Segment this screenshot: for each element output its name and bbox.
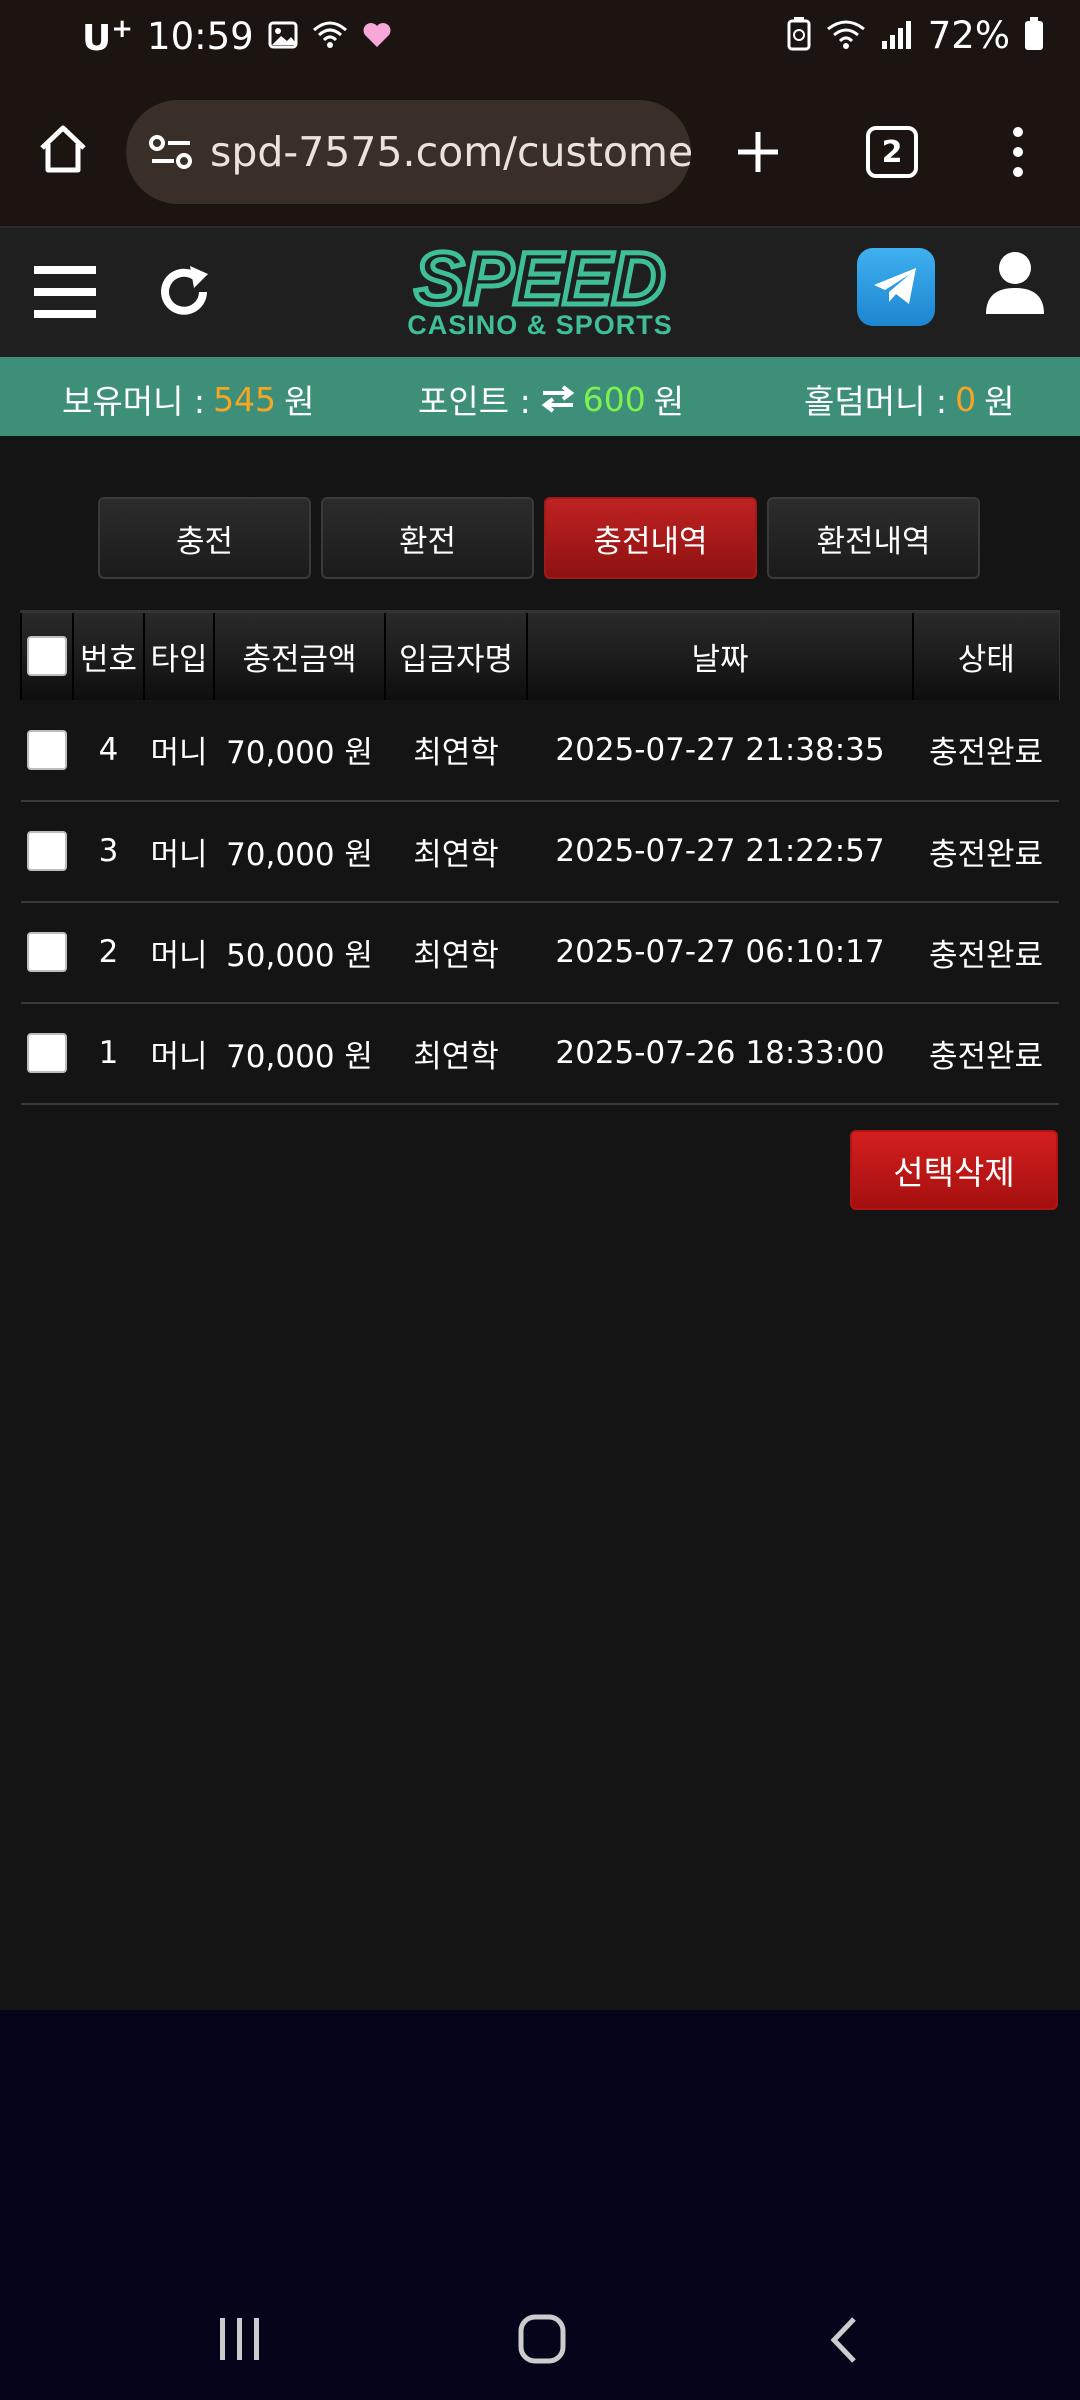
wifi-icon xyxy=(826,19,866,53)
home-icon[interactable] xyxy=(36,122,90,180)
row-depositor: 최연학 xyxy=(413,836,499,873)
header-date: 날짜 xyxy=(526,610,914,700)
row-date: 2025-07-27 06:10:17 xyxy=(555,934,885,970)
row-date: 2025-07-27 21:22:57 xyxy=(555,833,885,869)
battery-percent: 72% xyxy=(927,14,1010,57)
money-label: 보유머니 : xyxy=(62,382,206,421)
signal-icon xyxy=(880,19,914,53)
points-unit: 원 xyxy=(653,382,685,421)
row-status: 충전완료 xyxy=(928,1038,1044,1075)
row-amount: 70,000 원 xyxy=(226,1038,373,1075)
wifi-question-icon xyxy=(312,20,348,54)
battery-icon xyxy=(1024,16,1044,55)
tab-switcher-button[interactable]: 2 xyxy=(866,126,918,178)
address-bar[interactable]: spd-7575.com/custome xyxy=(126,100,691,204)
carrier-label: U+ xyxy=(82,14,134,59)
header-depositor: 입금자명 xyxy=(384,610,528,700)
row-number: 2 xyxy=(98,934,119,970)
battery-saver-icon xyxy=(786,16,812,55)
row-type: 머니 xyxy=(150,836,208,873)
points-label: 포인트 : xyxy=(418,382,531,421)
row-status: 충전완료 xyxy=(928,836,1044,873)
site-header: SPEED CASINO & SPORTS xyxy=(0,228,1080,357)
row-date: 2025-07-27 21:38:35 xyxy=(555,731,885,768)
tab-count: 2 xyxy=(881,134,903,170)
money-value: 545 xyxy=(213,379,277,419)
logo-main-text: SPEED xyxy=(415,246,666,312)
row-type: 머니 xyxy=(150,937,208,974)
row-checkbox[interactable] xyxy=(27,831,67,871)
tab-deposit[interactable]: 충전 xyxy=(98,497,311,579)
gallery-icon xyxy=(268,20,298,54)
row-type: 머니 xyxy=(150,1038,208,1075)
url-text: spd-7575.com/custome xyxy=(210,128,691,176)
logo-wordmark: SPEED xyxy=(412,235,668,323)
balance-bar: 보유머니 : 545 원 포인트 : 600 원 홀덤머니 : 0 원 xyxy=(0,357,1080,436)
points-value: 600 xyxy=(582,379,646,419)
holdem-label: 홀덤머니 : xyxy=(804,382,948,421)
delete-selected-button[interactable]: 선택삭제 xyxy=(850,1130,1058,1210)
status-bar: U+ 10:59 72% xyxy=(0,0,1080,78)
tab-withdraw-history[interactable]: 환전내역 xyxy=(767,497,980,579)
row-checkbox[interactable] xyxy=(27,729,67,770)
row-status: 충전완료 xyxy=(928,735,1044,771)
row-type: 머니 xyxy=(150,735,208,771)
header-type: 타입 xyxy=(143,610,215,700)
header-status: 상태 xyxy=(912,610,1060,700)
site-info-icon[interactable] xyxy=(148,132,194,172)
status-left: U+ 10:59 xyxy=(82,14,392,59)
telegram-icon xyxy=(874,268,916,304)
table-header-row: 번호 타입 충전금액 입금자명 날짜 상태 xyxy=(20,610,1060,700)
logo-subtitle: CASINO & SPORTS xyxy=(407,310,673,340)
status-time: 10:59 xyxy=(147,15,254,58)
header-amount: 충전금액 xyxy=(213,610,386,700)
back-nav-icon[interactable] xyxy=(828,2316,858,2368)
select-all-cell xyxy=(20,610,74,700)
money-unit: 원 xyxy=(284,382,315,421)
more-menu-icon[interactable] xyxy=(1010,126,1026,182)
tab-deposit-history[interactable]: 충전내역 xyxy=(544,497,757,579)
row-number: 3 xyxy=(98,833,119,869)
table-row: 1 머니 70,000 원 최연학 2025-07-26 18:33:00 충전… xyxy=(21,1003,1059,1104)
header-number: 번호 xyxy=(72,610,145,700)
row-depositor: 최연학 xyxy=(413,1038,499,1075)
status-right: 72% xyxy=(786,14,1044,57)
table-row: 3 머니 70,000 원 최연학 2025-07-27 21:22:57 충전… xyxy=(21,801,1059,902)
site-logo[interactable]: SPEED CASINO & SPORTS xyxy=(396,235,684,342)
row-amount: 50,000 원 xyxy=(226,937,373,974)
points-balance: 포인트 : 600 원 xyxy=(418,375,684,423)
recent-apps-icon[interactable] xyxy=(218,2316,262,2366)
row-checkbox[interactable] xyxy=(27,1033,67,1073)
home-nav-icon[interactable] xyxy=(518,2314,566,2368)
money-balance: 보유머니 : 545 원 xyxy=(62,375,314,423)
refresh-icon[interactable] xyxy=(156,264,212,324)
holdem-balance: 홀덤머니 : 0 원 xyxy=(804,375,1014,423)
row-date: 2025-07-26 18:33:00 xyxy=(555,1035,885,1071)
user-profile-icon[interactable] xyxy=(984,250,1046,320)
row-amount: 70,000 원 xyxy=(226,735,373,771)
holdem-unit: 원 xyxy=(984,382,1015,421)
hamburger-menu-icon[interactable] xyxy=(34,264,96,324)
holdem-value: 0 xyxy=(955,379,977,419)
new-tab-icon[interactable] xyxy=(734,128,782,180)
table-row: 4 머니 70,000 원 최연학 2025-07-27 21:38:35 충전… xyxy=(21,700,1059,801)
row-checkbox[interactable] xyxy=(27,932,67,972)
deposit-history-table: 번호 타입 충전금액 입금자명 날짜 상태 4 머니 70,000 원 최연학 … xyxy=(20,610,1060,1105)
telegram-button[interactable] xyxy=(857,248,935,326)
convert-arrows-icon[interactable] xyxy=(541,385,575,413)
heart-icon xyxy=(362,21,392,53)
tab-withdraw[interactable]: 환전 xyxy=(321,497,534,579)
select-all-checkbox[interactable] xyxy=(27,636,67,677)
browser-toolbar: spd-7575.com/custome 2 xyxy=(0,78,1080,228)
row-number: 4 xyxy=(98,731,119,768)
row-status: 충전완료 xyxy=(928,937,1044,974)
system-nav-bar xyxy=(0,2280,1080,2400)
row-number: 1 xyxy=(98,1035,119,1071)
row-amount: 70,000 원 xyxy=(226,836,373,873)
row-depositor: 최연학 xyxy=(413,735,499,771)
row-depositor: 최연학 xyxy=(413,937,499,974)
table-row: 2 머니 50,000 원 최연학 2025-07-27 06:10:17 충전… xyxy=(21,902,1059,1003)
